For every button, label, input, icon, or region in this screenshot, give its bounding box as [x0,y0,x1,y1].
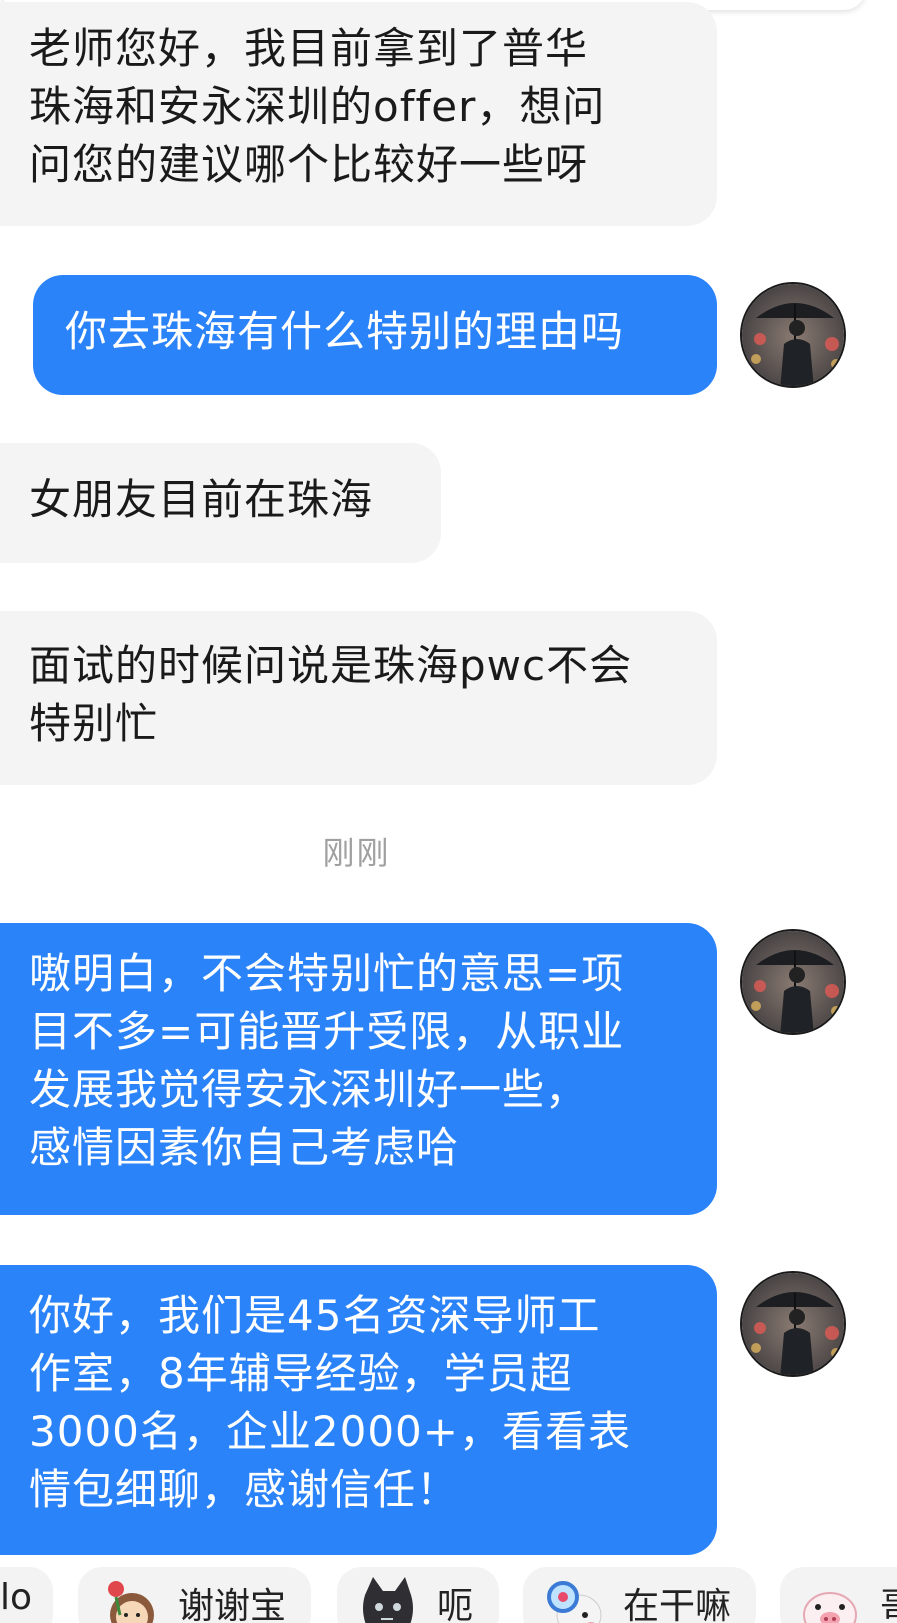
advisor-avatar[interactable] [740,1271,846,1377]
sticker-label: lo [0,1577,33,1618]
chat-screen: 老师您好，我目前拿到了普华 珠海和安永深圳的offer，想问 问您的建议哪个比较… [0,0,897,1623]
message-bubble-incoming[interactable]: 老师您好，我目前拿到了普华 珠海和安永深圳的offer，想问 问您的建议哪个比较… [0,2,717,226]
sticker-chip[interactable]: 谢谢宝 [78,1567,311,1623]
umbrella-man-avatar-icon [742,931,844,1033]
sticker-label: 哥 [880,1577,897,1623]
message-bubble-outgoing[interactable]: 你好，我们是45名资深导师工 作室，8年辅导经验，学员超 3000名，企业200… [0,1265,717,1555]
umbrella-man-avatar-icon [742,1273,844,1375]
message-bubble-outgoing[interactable]: 嗷明白，不会特别忙的意思=项 目不多=可能晋升受限，从职业 发展我觉得安永深圳好… [0,923,717,1215]
sticker-suggestion-bar: lo 谢谢宝 呃 在干嘛 [0,1567,897,1623]
advisor-avatar[interactable] [740,929,846,1035]
sticker-magnifier-icon [547,1581,602,1623]
sticker-piglet-icon [803,1592,857,1623]
umbrella-man-avatar-icon [742,284,844,386]
sticker-cat-icon [363,1577,413,1623]
message-timestamp: 刚刚 [322,834,391,872]
message-bubble-outgoing[interactable]: 你去珠海有什么特别的理由吗 [33,275,717,395]
sticker-chip[interactable]: 哥 [780,1567,897,1623]
message-bubble-incoming[interactable]: 女朋友目前在珠海 [0,443,441,563]
sticker-label: 谢谢宝 [178,1586,287,1623]
sticker-chip[interactable]: 呃 [337,1567,499,1623]
advisor-avatar[interactable] [740,282,846,388]
sticker-chip[interactable]: 在干嘛 [523,1567,756,1623]
sticker-label: 在干嘛 [623,1586,732,1623]
message-bubble-incoming[interactable]: 面试的时候问说是珠海pwc不会 特别忙 [0,611,717,785]
sticker-label: 呃 [437,1586,474,1623]
sticker-chip[interactable]: lo [0,1567,53,1623]
sticker-girl-rose-icon [108,1581,154,1623]
